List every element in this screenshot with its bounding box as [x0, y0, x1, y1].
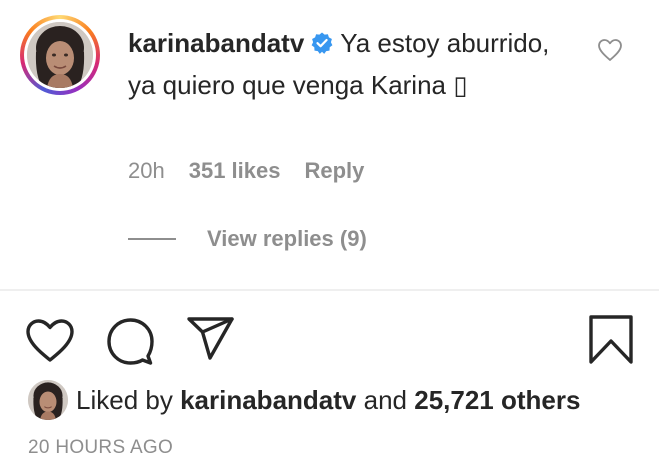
heart-outline-icon [598, 39, 622, 61]
reply-button[interactable]: Reply [304, 158, 364, 184]
comment-body: karinabandatv Ya estoy aburrido, ya quier… [128, 24, 568, 105]
like-button[interactable] [25, 318, 75, 369]
liked-by-others[interactable]: 25,721 others [414, 385, 580, 416]
liked-by-avatar[interactable] [28, 380, 68, 420]
bookmark-icon [589, 315, 633, 364]
liked-by-photo [28, 380, 68, 420]
commenter-avatar[interactable] [20, 15, 100, 95]
liked-by-user[interactable]: karinabandatv [180, 385, 356, 416]
verified-badge-icon [310, 27, 334, 66]
liked-by-prefix: Liked by [76, 384, 173, 415]
post-timestamp[interactable]: 20 HOURS AGO [28, 437, 173, 459]
comment-likes[interactable]: 351 likes [189, 158, 281, 184]
comment-time[interactable]: 20h [128, 158, 165, 184]
avatar-photo [27, 22, 93, 88]
liked-by-summary: Liked by karinabandatv and 25,721 others [28, 380, 580, 420]
replies-line [128, 238, 176, 240]
avatar-border [24, 19, 96, 91]
share-button[interactable] [186, 316, 236, 367]
avatar-portrait [27, 22, 93, 88]
liked-by-connector: and [363, 384, 407, 415]
comment-like-button[interactable] [597, 38, 623, 67]
save-button[interactable] [588, 314, 634, 371]
comment-icon [107, 318, 154, 365]
comment-button[interactable] [105, 316, 155, 371]
send-icon [187, 317, 234, 360]
section-divider [0, 289, 659, 291]
comment-meta: 20h 351 likes Reply [128, 158, 364, 184]
comment-username[interactable]: karinabandatv [128, 28, 304, 58]
view-replies-button[interactable]: View replies (9) [207, 226, 367, 252]
heart-icon [26, 319, 74, 362]
